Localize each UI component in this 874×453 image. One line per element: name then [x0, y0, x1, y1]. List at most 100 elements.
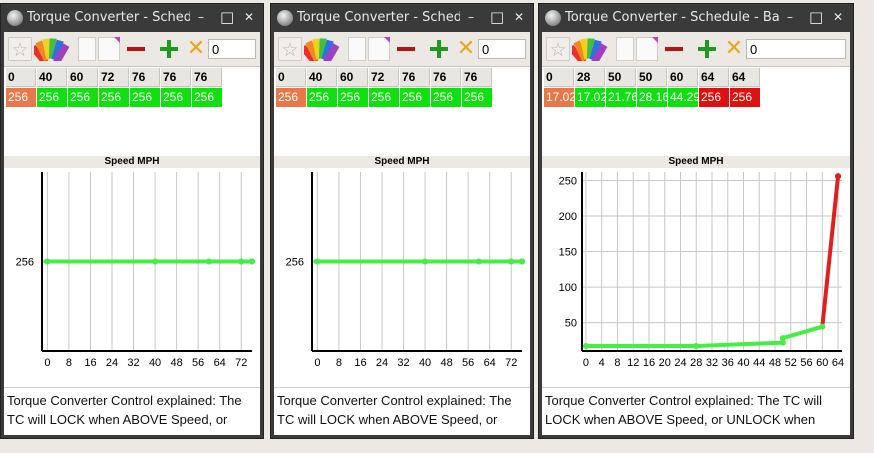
- window-1: Torque Converter - Sched...–□✕☆✕04060727…: [0, 3, 264, 439]
- data-point: [508, 258, 515, 265]
- value-cell[interactable]: 256: [431, 88, 461, 107]
- page-button[interactable]: [98, 37, 120, 61]
- favorite-star-icon[interactable]: ☆: [278, 37, 302, 61]
- favorite-star-icon[interactable]: ☆: [8, 37, 32, 61]
- title-bar: Torque Converter - Schedule - Bas... – □ ✕: [539, 4, 853, 32]
- x-tick-label: 56: [800, 357, 812, 369]
- blank-button[interactable]: [616, 37, 634, 61]
- value-cell[interactable]: 28.16: [637, 88, 669, 107]
- data-point: [238, 258, 245, 265]
- series-segment: [694, 340, 785, 349]
- header-cell: 76: [431, 68, 461, 87]
- minimize-icon[interactable]: –: [783, 10, 797, 24]
- header-cell: 76: [192, 68, 222, 87]
- value-cell[interactable]: 256: [276, 88, 306, 107]
- page-button[interactable]: [368, 37, 390, 61]
- window-2: Torque Converter - Sched...–□✕☆✕04060727…: [270, 3, 534, 439]
- favorite-star-icon[interactable]: ☆: [546, 37, 570, 61]
- data-point: [152, 258, 159, 265]
- value-cell[interactable]: 256: [730, 88, 760, 107]
- x-tick-label: 40: [149, 357, 161, 369]
- value-cell[interactable]: 256: [462, 88, 492, 107]
- window-title: Torque Converter - Schedule - Bas...: [565, 10, 779, 25]
- palette-graphic: [29, 38, 70, 65]
- x-tick-label: 52: [785, 357, 797, 369]
- value-cell[interactable]: 44.29: [668, 88, 700, 107]
- add-icon[interactable]: [157, 37, 181, 61]
- data-point: [249, 258, 255, 265]
- x-tick-label: 8: [66, 357, 72, 369]
- value-cell[interactable]: 21.76: [606, 88, 638, 107]
- x-tick-label: 40: [419, 357, 431, 369]
- x-tick-label: 20: [659, 357, 671, 369]
- value-cell[interactable]: 256: [130, 88, 160, 107]
- data-point: [44, 258, 51, 265]
- color-palette-icon[interactable]: [299, 35, 340, 65]
- add-icon[interactable]: [695, 37, 719, 61]
- x-tick-label: 32: [706, 357, 718, 369]
- header-cell: 0: [544, 68, 574, 87]
- toolbar: ☆ ✕: [274, 32, 530, 67]
- value-cell[interactable]: 256: [338, 88, 368, 107]
- minimize-icon[interactable]: –: [464, 10, 478, 24]
- value-cell[interactable]: 256: [400, 88, 430, 107]
- close-icon[interactable]: ✕: [242, 10, 256, 24]
- palette-graphic: [299, 38, 340, 65]
- clear-icon[interactable]: ✕: [722, 37, 746, 61]
- value-input[interactable]: [208, 39, 256, 59]
- close-icon[interactable]: ✕: [512, 10, 526, 24]
- color-palette-icon[interactable]: [29, 35, 70, 65]
- x-tick-label: 12: [627, 357, 639, 369]
- x-tick-label: 24: [376, 357, 388, 369]
- x-tick-label: 28: [690, 357, 702, 369]
- x-axis-label: Speed MPH: [542, 156, 850, 168]
- value-cell[interactable]: 256: [369, 88, 399, 107]
- x-tick-label: 8: [336, 357, 342, 369]
- palette-graphic: [567, 38, 608, 65]
- remove-icon[interactable]: [394, 37, 418, 61]
- blank-button[interactable]: [348, 37, 366, 61]
- title-bar: Torque Converter - Sched... – □ ✕: [1, 4, 263, 32]
- value-cell[interactable]: 256: [161, 88, 191, 107]
- value-cell[interactable]: 256: [68, 88, 98, 107]
- remove-icon[interactable]: [124, 37, 148, 61]
- remove-icon[interactable]: [662, 37, 686, 61]
- x-tick-label: 64: [214, 357, 226, 369]
- value-cell[interactable]: 256: [192, 88, 222, 107]
- value-cell[interactable]: 256: [699, 88, 729, 107]
- value-cell[interactable]: 17.02: [575, 88, 607, 107]
- maximize-icon[interactable]: □: [220, 10, 234, 25]
- maximize-icon[interactable]: □: [809, 10, 823, 25]
- y-tick-label: 256: [286, 257, 304, 269]
- page-button[interactable]: [636, 37, 658, 61]
- maximize-icon[interactable]: □: [490, 10, 504, 25]
- header-cell: 28: [575, 68, 605, 87]
- clear-icon[interactable]: ✕: [454, 37, 478, 61]
- blank-button[interactable]: [78, 37, 96, 61]
- line-chart: 501001502002500 4 8 12 16 20 24 28 32 36 40 44 48 52 5…: [559, 172, 844, 369]
- data-point: [314, 258, 321, 265]
- value-cell[interactable]: 256: [99, 88, 129, 107]
- title-bar: Torque Converter - Sched... – □ ✕: [271, 4, 533, 32]
- y-tick-label: 100: [559, 282, 577, 294]
- close-icon[interactable]: ✕: [831, 10, 845, 24]
- x-tick-label: 0: [314, 357, 320, 369]
- value-input[interactable]: [478, 39, 526, 59]
- value-cell[interactable]: 256: [6, 88, 36, 107]
- value-cell[interactable]: 256: [37, 88, 67, 107]
- x-tick-label: 32: [397, 357, 409, 369]
- clear-icon[interactable]: ✕: [184, 37, 208, 61]
- data-point: [779, 335, 786, 342]
- value-input[interactable]: [746, 39, 846, 59]
- color-palette-icon[interactable]: [567, 35, 608, 65]
- x-tick-label: 0: [44, 357, 50, 369]
- data-point: [835, 173, 842, 180]
- minimize-icon[interactable]: –: [194, 10, 208, 24]
- header-cell: 0: [6, 68, 36, 87]
- add-icon[interactable]: [427, 37, 451, 61]
- header-cell: 76: [400, 68, 430, 87]
- value-cell[interactable]: 256: [307, 88, 337, 107]
- value-cell[interactable]: 17.02: [544, 88, 576, 107]
- x-tick-label: 8: [614, 357, 620, 369]
- data-point: [475, 258, 482, 265]
